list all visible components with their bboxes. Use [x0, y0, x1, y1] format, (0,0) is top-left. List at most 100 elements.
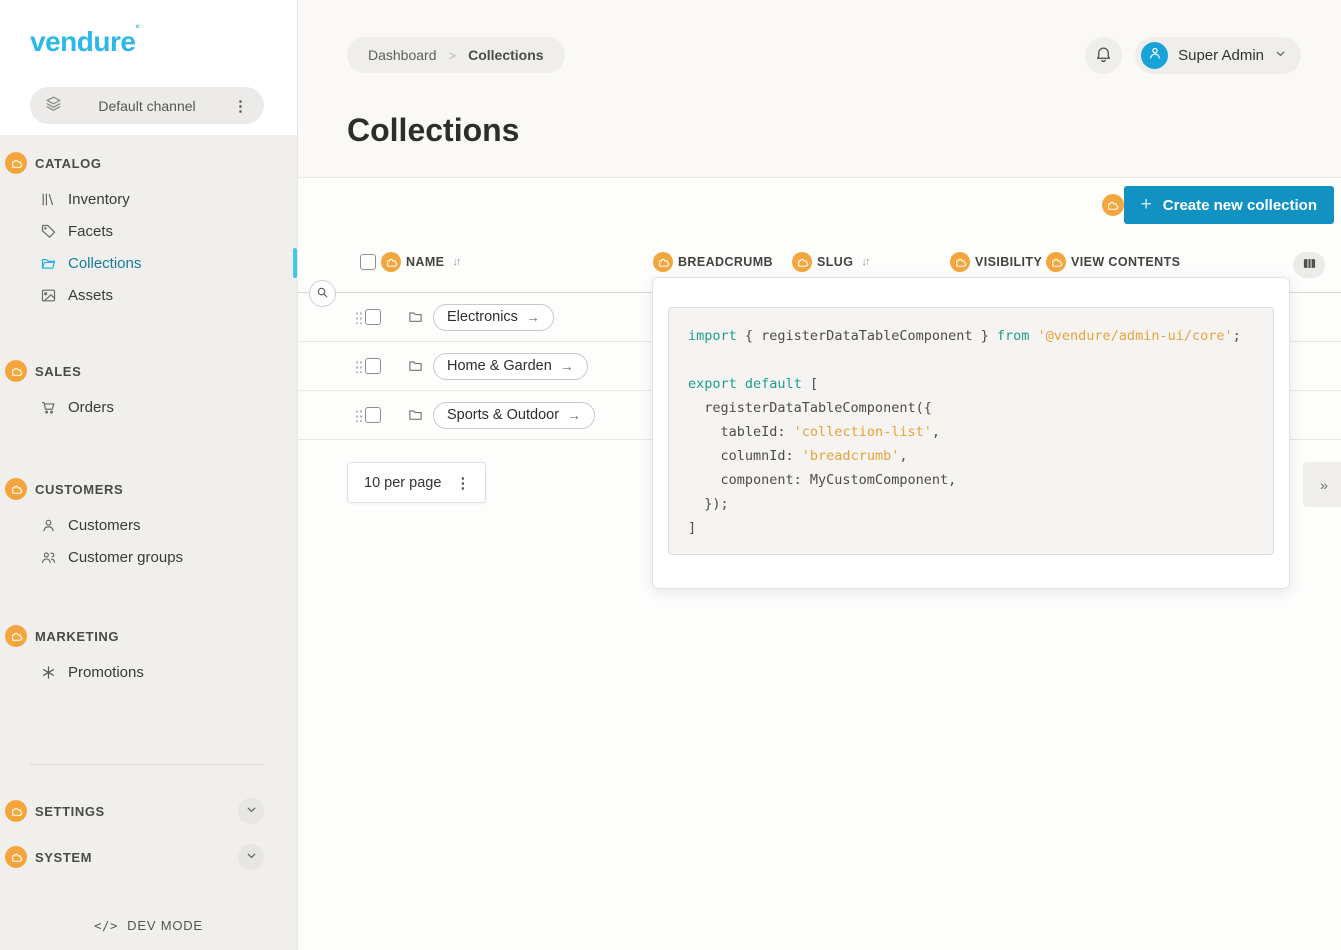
channel-selector[interactable]: Default channel ⋮	[30, 87, 264, 124]
arrow-right-icon: →	[526, 309, 540, 325]
column-header-name: NAME ↓↑	[360, 252, 459, 272]
sort-icon[interactable]: ↓↑	[861, 256, 868, 268]
sidebar-section-customers: CUSTOMERS Customers Customer groups	[0, 477, 297, 573]
plus-icon: +	[1141, 194, 1152, 216]
select-all-checkbox[interactable]	[360, 254, 376, 270]
sidebar-item-label: Promotions	[68, 664, 144, 681]
collection-chip-sports-outdoor[interactable]: Sports & Outdoor →	[433, 402, 595, 429]
collection-chip-electronics[interactable]: Electronics →	[433, 304, 554, 331]
inventory-icon	[40, 191, 57, 208]
row-checkbox[interactable]	[365, 358, 381, 374]
extension-point-badge-icon[interactable]	[5, 846, 27, 868]
sidebar-nav: CATALOG Inventory Facets Collections Ass…	[0, 135, 297, 950]
breadcrumb-item-collections[interactable]: Collections	[468, 47, 543, 63]
sidebar-item-collections[interactable]: Collections	[0, 247, 297, 279]
code-block: import { registerDataTableComponent } fr…	[668, 307, 1274, 555]
row-checkbox[interactable]	[365, 309, 381, 325]
sidebar-item-label: Customers	[68, 517, 141, 534]
drag-handle-icon[interactable]	[355, 311, 362, 324]
bell-icon	[1094, 45, 1113, 67]
sidebar-section-catalog: CATALOG Inventory Facets Collections Ass…	[0, 151, 297, 311]
tag-icon	[40, 223, 57, 240]
sidebar-item-label: Customer groups	[68, 549, 183, 566]
sidebar-section-settings: SETTINGS	[0, 799, 297, 823]
collection-chip-home-garden[interactable]: Home & Garden →	[433, 353, 588, 380]
extension-point-badge-icon[interactable]	[950, 252, 970, 272]
cart-icon	[40, 399, 57, 416]
breadcrumb: Dashboard > Collections	[347, 37, 565, 73]
layers-icon	[44, 94, 63, 118]
logo-row: vendure˚	[0, 0, 297, 58]
folder-icon	[40, 255, 57, 272]
folder-icon	[407, 407, 424, 423]
sidebar-item-label: Assets	[68, 287, 113, 304]
sidebar-item-customers[interactable]: Customers	[0, 509, 297, 541]
channel-label: Default channel	[63, 98, 231, 114]
code-brackets-icon: </>	[94, 919, 118, 933]
extension-point-badge-icon[interactable]	[5, 360, 27, 382]
sidebar-item-facets[interactable]: Facets	[0, 215, 297, 247]
sidebar-item-orders[interactable]: Orders	[0, 391, 297, 423]
dev-mode-toggle[interactable]: </> DEV MODE	[0, 918, 297, 933]
chevron-down-icon	[1274, 47, 1287, 65]
notifications-button[interactable]	[1085, 37, 1122, 74]
section-label-settings: SETTINGS	[35, 804, 105, 819]
section-label-marketing: MARKETING	[35, 629, 119, 644]
extension-point-badge-icon[interactable]	[5, 478, 27, 500]
settings-expand-button[interactable]	[238, 798, 264, 824]
sidebar-divider	[30, 764, 264, 765]
extension-point-badge-icon[interactable]	[1102, 194, 1124, 216]
drag-handle-icon[interactable]	[355, 360, 362, 373]
extension-point-badge-icon[interactable]	[653, 252, 673, 272]
row-checkbox[interactable]	[365, 407, 381, 423]
folder-icon	[407, 309, 424, 325]
items-per-page-select[interactable]: 10 per page ⋮	[347, 462, 486, 503]
search-icon	[315, 285, 330, 303]
column-header-visibility: VISIBILITY	[950, 252, 1042, 272]
user-menu[interactable]: Super Admin	[1135, 37, 1301, 74]
users-group-icon	[40, 549, 57, 566]
sidebar-item-assets[interactable]: Assets	[0, 279, 297, 311]
breadcrumb-item-dashboard[interactable]: Dashboard	[368, 47, 437, 63]
user-name: Super Admin	[1178, 47, 1264, 64]
extension-point-badge-icon[interactable]	[5, 800, 27, 822]
next-page-button[interactable]: »	[1303, 462, 1341, 507]
sidebar-section-system: SYSTEM	[0, 845, 297, 869]
sidebar-item-label: Facets	[68, 223, 113, 240]
sidebar-section-sales: SALES Orders	[0, 359, 297, 423]
chevron-down-icon	[245, 849, 258, 865]
column-settings-button[interactable]	[1293, 252, 1325, 278]
column-header-view-contents: VIEW CONTENTS	[1046, 252, 1180, 272]
vendure-logo[interactable]: vendure˚	[30, 26, 139, 57]
asterisk-icon	[40, 664, 57, 681]
sidebar-item-label: Inventory	[68, 191, 130, 208]
extension-point-badge-icon[interactable]	[5, 152, 27, 174]
sidebar: vendure˚ Default channel ⋮ CATALOG Inven…	[0, 0, 298, 950]
search-button[interactable]	[309, 280, 336, 307]
column-header-breadcrumb: BREADCRUMB	[653, 252, 773, 272]
page-header: Dashboard > Collections Super Admin Coll…	[298, 0, 1341, 178]
drag-handle-icon[interactable]	[355, 409, 362, 422]
extension-point-badge-icon[interactable]	[792, 252, 812, 272]
sidebar-item-label: Collections	[68, 255, 141, 272]
logo-mark: ˚	[135, 23, 139, 38]
sidebar-item-customer-groups[interactable]: Customer groups	[0, 541, 297, 573]
section-label-catalog: CATALOG	[35, 156, 102, 171]
chevron-right-icon: >	[449, 48, 457, 63]
code-popup: import { registerDataTableComponent } fr…	[652, 277, 1290, 589]
channel-menu-kebab-icon[interactable]: ⋮	[231, 97, 250, 115]
sidebar-item-inventory[interactable]: Inventory	[0, 183, 297, 215]
create-new-collection-button[interactable]: + Create new collection	[1124, 186, 1334, 224]
sidebar-item-label: Orders	[68, 399, 114, 416]
extension-point-badge-icon[interactable]	[5, 625, 27, 647]
section-label-customers: CUSTOMERS	[35, 482, 123, 497]
extension-point-badge-icon[interactable]	[1046, 252, 1066, 272]
system-expand-button[interactable]	[238, 844, 264, 870]
page-title: Collections	[347, 112, 519, 149]
section-label-system: SYSTEM	[35, 850, 92, 865]
arrow-right-icon: →	[567, 407, 581, 423]
kebab-menu-icon[interactable]: ⋮	[453, 474, 472, 492]
sort-icon[interactable]: ↓↑	[452, 256, 459, 268]
sidebar-item-promotions[interactable]: Promotions	[0, 656, 297, 688]
extension-point-badge-icon[interactable]	[381, 252, 401, 272]
